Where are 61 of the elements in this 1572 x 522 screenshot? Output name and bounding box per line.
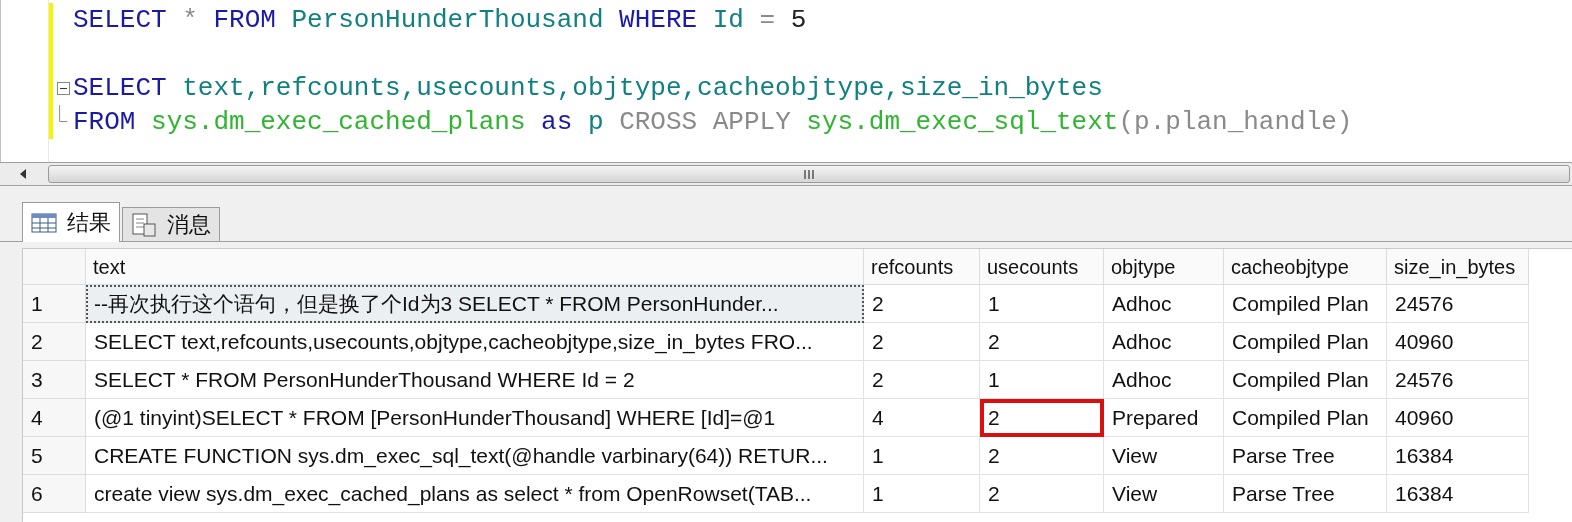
results-tab[interactable]: 消息 bbox=[122, 207, 220, 241]
table-cell: Compiled Plan bbox=[1224, 285, 1387, 323]
table-cell: Compiled Plan bbox=[1224, 399, 1387, 437]
row-number[interactable]: 6 bbox=[23, 475, 86, 513]
table-cell: 2 bbox=[864, 285, 980, 323]
table-cell: 40960 bbox=[1387, 323, 1529, 361]
table-cell: 1 bbox=[864, 437, 980, 475]
code-line: SELECT * FROM PersonHunderThousand WHERE Id = 5 bbox=[73, 4, 807, 37]
table-cell: 1 bbox=[980, 361, 1104, 399]
table-cell: 16384 bbox=[1387, 437, 1529, 475]
row-number[interactable]: 5 bbox=[23, 437, 86, 475]
column-header[interactable]: objtype bbox=[1104, 249, 1224, 285]
table-cell: Compiled Plan bbox=[1224, 361, 1387, 399]
table-cell: SELECT * FROM PersonHunderThousand WHERE Id = 2 bbox=[86, 361, 864, 399]
table-cell: 2 bbox=[980, 437, 1104, 475]
table-cell: 1 bbox=[980, 285, 1104, 323]
column-header[interactable]: size_in_bytes bbox=[1387, 249, 1529, 285]
table-cell: Compiled Plan bbox=[1224, 323, 1387, 361]
table-cell: Parse Tree bbox=[1224, 437, 1387, 475]
code-line: SELECT text,refcounts,usecounts,objtype,cacheobjtype,size_in_bytes bbox=[73, 72, 1103, 105]
left-arrow-icon bbox=[19, 169, 27, 179]
table-cell: --再次执行这个语句，但是换了个Id为3 SELECT * FROM PersonHunder... bbox=[86, 285, 864, 323]
collapse-icon[interactable] bbox=[56, 81, 70, 95]
code-line: FROM sys.dm_exec_cached_plans as p CROSS APPLY sys.dm_exec_sql_text(p.plan_handle) bbox=[73, 106, 1353, 139]
row-number[interactable]: 3 bbox=[23, 361, 86, 399]
column-header[interactable]: text bbox=[86, 249, 864, 285]
table-cell: 24576 bbox=[1387, 361, 1529, 399]
column-header[interactable]: refcounts bbox=[864, 249, 980, 285]
table-cell: Prepared bbox=[1104, 399, 1224, 437]
code-editor[interactable]: SELECT * FROM PersonHunderThousand WHERE Id = 5 SELECT text,refcounts,usecounts,objtype,cacheobjtype,size_in_bytes FROM sys.dm_exec_cached_plans as p CROSS APPLY sys.dm_exec_sql_text(p.plan_handle) bbox=[0, 0, 1572, 162]
row-number[interactable]: 4 bbox=[23, 399, 86, 437]
grip-icon bbox=[803, 169, 815, 179]
table-cell: Adhoc bbox=[1104, 323, 1224, 361]
scrollbar-thumb[interactable] bbox=[48, 165, 1570, 183]
table-cell: CREATE FUNCTION sys.dm_exec_sql_text(@handle varbinary(64)) RETUR... bbox=[86, 437, 864, 475]
table-cell: 2 bbox=[980, 323, 1104, 361]
table-cell: 40960 bbox=[1387, 399, 1529, 437]
table-cell: (@1 tinyint)SELECT * FROM [PersonHunderThousand] WHERE [Id]=@1 bbox=[86, 399, 864, 437]
column-header[interactable]: usecounts bbox=[980, 249, 1104, 285]
results-tab[interactable]: 结果 bbox=[22, 202, 120, 242]
document-icon bbox=[131, 212, 157, 237]
table-cell: 16384 bbox=[1387, 475, 1529, 513]
table-cell: View bbox=[1104, 475, 1224, 513]
table-cell: 24576 bbox=[1387, 285, 1529, 323]
table-cell: 2 bbox=[980, 475, 1104, 513]
table-cell: create view sys.dm_exec_cached_plans as select * from OpenRowset(TAB... bbox=[86, 475, 864, 513]
table-cell: Adhoc bbox=[1104, 361, 1224, 399]
table-cell: 2 bbox=[864, 323, 980, 361]
row-number[interactable]: 2 bbox=[23, 323, 86, 361]
table-cell: 1 bbox=[864, 475, 980, 513]
grid-icon bbox=[31, 212, 57, 233]
table-cell: 4 bbox=[864, 399, 980, 437]
row-number[interactable]: 1 bbox=[23, 285, 86, 323]
highlighted-cell: 2 bbox=[980, 399, 1104, 437]
table-cell: SELECT text,refcounts,usecounts,objtype,cacheobjtype,size_in_bytes FRO... bbox=[86, 323, 864, 361]
outline-end-icon bbox=[58, 105, 68, 122]
table-cell: Adhoc bbox=[1104, 285, 1224, 323]
table-cell: 2 bbox=[864, 361, 980, 399]
table-cell: View bbox=[1104, 437, 1224, 475]
table-cell: Parse Tree bbox=[1224, 475, 1387, 513]
column-header[interactable]: cacheobjtype bbox=[1224, 249, 1387, 285]
